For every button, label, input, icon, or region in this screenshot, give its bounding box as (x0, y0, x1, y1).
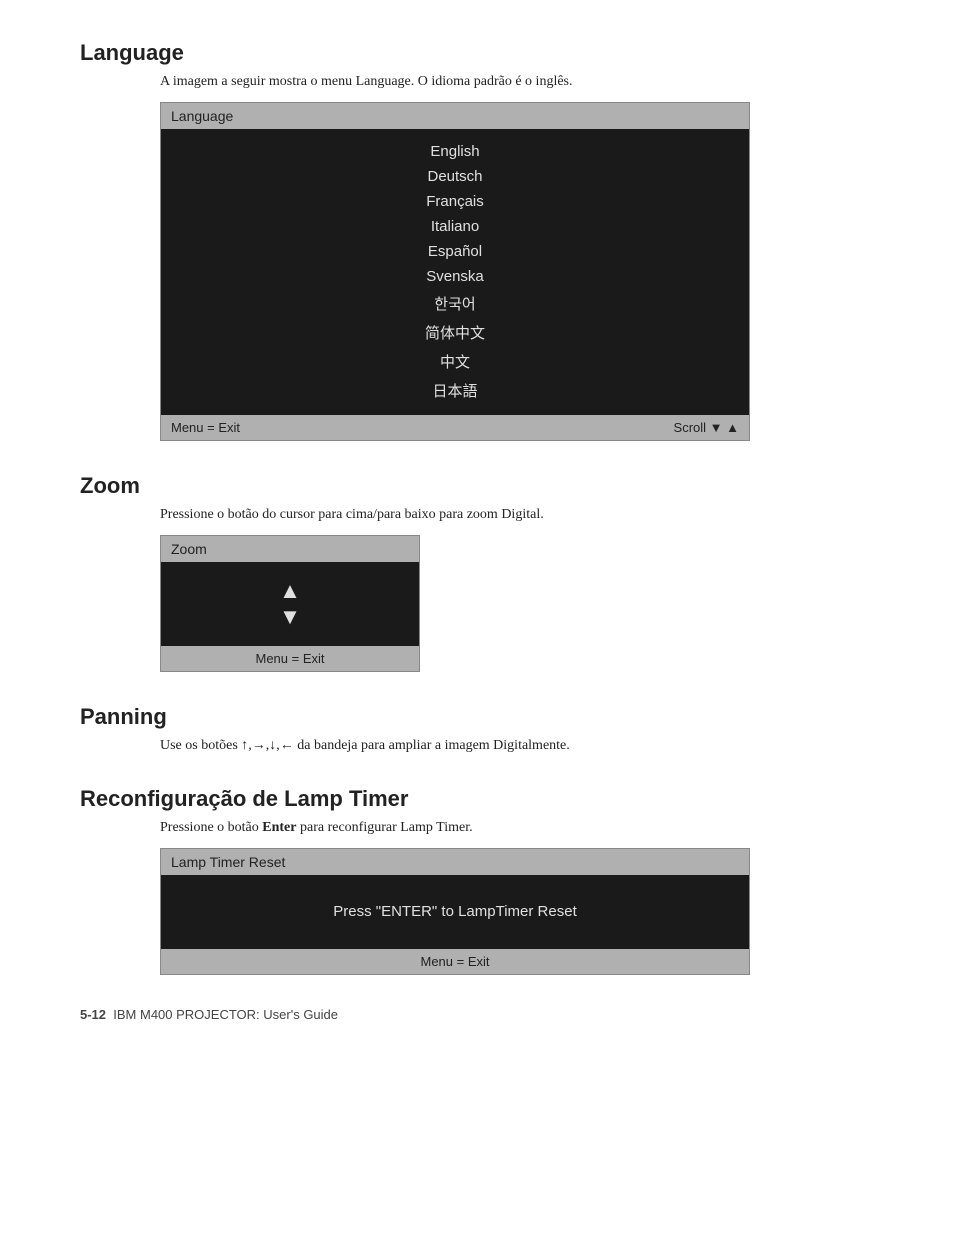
page-footer-text: IBM M400 PROJECTOR: User's Guide (113, 1007, 338, 1022)
zoom-menu-footer: Menu = Exit (161, 646, 419, 671)
lamp-desc-before: Pressione o botão (160, 820, 262, 835)
lamp-section: Reconfiguração de Lamp Timer Pressione o… (80, 786, 894, 975)
lamp-menu: Lamp Timer Reset Press "ENTER" to LampTi… (160, 848, 750, 975)
zoom-arrow-up: ▲ (279, 580, 301, 602)
language-menu-item[interactable]: 한국어 (161, 289, 749, 318)
zoom-menu: Zoom ▲ ▼ Menu = Exit (160, 535, 420, 672)
zoom-menu-body: ▲ ▼ (161, 562, 419, 646)
panning-section: Panning Use os botões ↑,→,↓,← da bandeja… (80, 704, 894, 754)
language-menu-footer: Menu = Exit Scroll ▼ ▲ (161, 415, 749, 440)
language-menu-item[interactable]: Svenska (161, 264, 749, 289)
zoom-arrows: ▲ ▼ (161, 580, 419, 628)
language-menu-item[interactable]: Italiano (161, 214, 749, 239)
page-number: 5-12 (80, 1007, 106, 1022)
language-menu-body: EnglishDeutschFrançaisItalianoEspañolSve… (161, 129, 749, 415)
language-section: Language A imagem a seguir mostra o menu… (80, 40, 894, 441)
language-menu-item[interactable]: Español (161, 239, 749, 264)
panning-description: Use os botões ↑,→,↓,← da bandeja para am… (160, 738, 894, 754)
zoom-arrow-down: ▼ (279, 606, 301, 628)
language-menu: Language EnglishDeutschFrançaisItalianoE… (160, 102, 750, 441)
lamp-title: Reconfiguração de Lamp Timer (80, 786, 894, 812)
language-menu-item[interactable]: 简体中文 (161, 318, 749, 347)
zoom-title: Zoom (80, 473, 894, 499)
lamp-menu-text: Press "ENTER" to LampTimer Reset (333, 903, 577, 920)
language-menu-header: Language (161, 103, 749, 129)
language-title: Language (80, 40, 894, 66)
language-menu-item[interactable]: Français (161, 189, 749, 214)
zoom-section: Zoom Pressione o botão do cursor para ci… (80, 473, 894, 672)
language-menu-item[interactable]: English (161, 139, 749, 164)
lamp-desc-bold: Enter (262, 820, 296, 835)
language-menu-item[interactable]: 日本語 (161, 376, 749, 405)
language-description: A imagem a seguir mostra o menu Language… (160, 74, 894, 90)
lamp-menu-body: Press "ENTER" to LampTimer Reset (161, 875, 749, 949)
zoom-menu-header: Zoom (161, 536, 419, 562)
page-footer: 5-12 IBM M400 PROJECTOR: User's Guide (80, 1007, 894, 1022)
lamp-menu-footer: Menu = Exit (161, 949, 749, 974)
language-menu-item[interactable]: Deutsch (161, 164, 749, 189)
lamp-menu-header: Lamp Timer Reset (161, 849, 749, 875)
language-menu-item[interactable]: 中文 (161, 347, 749, 376)
language-footer-right: Scroll ▼ ▲ (674, 420, 739, 435)
lamp-desc-after: para reconfigurar Lamp Timer. (296, 820, 472, 835)
panning-title: Panning (80, 704, 894, 730)
lamp-description: Pressione o botão Enter para reconfigura… (160, 820, 894, 836)
language-footer-left: Menu = Exit (171, 420, 240, 435)
zoom-description: Pressione o botão do cursor para cima/pa… (160, 507, 894, 523)
